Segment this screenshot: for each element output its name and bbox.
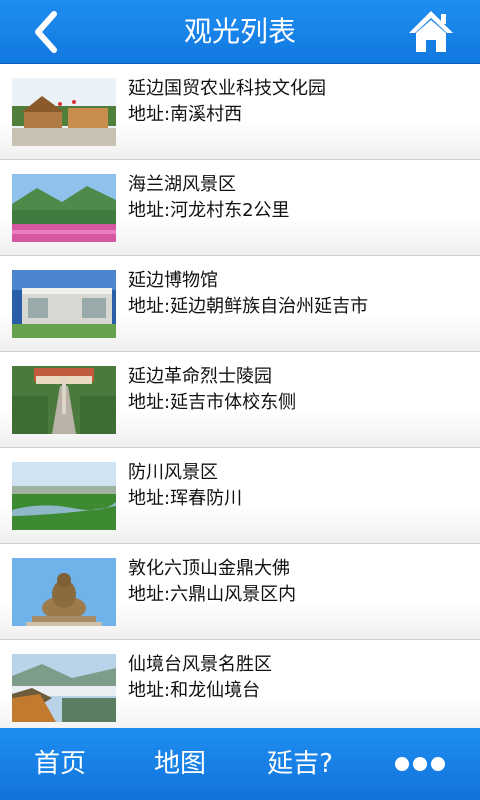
spot-thumbnail	[12, 78, 116, 146]
list-item[interactable]: 防川风景区 地址:珲春防川	[0, 448, 480, 544]
spot-name: 仙境台风景名胜区	[128, 654, 272, 675]
list-item[interactable]: 延边博物馆 地址:延边朝鲜族自治州延吉市	[0, 256, 480, 352]
top-bar: 观光列表	[0, 0, 480, 64]
spot-address: 地址:珲春防川	[128, 488, 243, 509]
spot-thumbnail	[12, 558, 116, 626]
list-item[interactable]: 仙境台风景名胜区 地址:和龙仙境台	[0, 640, 480, 728]
spot-address: 地址:延边朝鲜族自治州延吉市	[128, 296, 369, 317]
spot-name: 延边国贸农业科技文化园	[128, 78, 326, 99]
spot-name: 海兰湖风景区	[128, 174, 236, 195]
bottom-nav: 首页 地图 延吉?	[0, 728, 480, 800]
spot-name: 延边博物馆	[128, 270, 218, 291]
spot-address: 地址:和龙仙境台	[128, 680, 261, 701]
spot-name: 防川风景区	[128, 462, 218, 483]
spot-thumbnail	[12, 270, 116, 338]
spot-list: 延边国贸农业科技文化园 地址:南溪村西 海兰湖风景区 地址:河龙村东2公里 延边…	[0, 64, 480, 728]
list-item[interactable]: 敦化六顶山金鼎大佛 地址:六鼎山风景区内	[0, 544, 480, 640]
spot-address: 地址:六鼎山风景区内	[128, 584, 297, 605]
list-item[interactable]: 海兰湖风景区 地址:河龙村东2公里	[0, 160, 480, 256]
home-icon	[409, 11, 453, 52]
spot-address: 地址:延吉市体校东侧	[128, 392, 297, 413]
spot-name: 敦化六顶山金鼎大佛	[128, 558, 290, 579]
list-item[interactable]: 延边革命烈士陵园 地址:延吉市体校东侧	[0, 352, 480, 448]
more-dots-icon[interactable]	[388, 750, 452, 778]
spot-thumbnail	[12, 462, 116, 530]
tab-map[interactable]: 地图	[142, 728, 218, 800]
spot-address: 地址:河龙村东2公里	[128, 200, 290, 221]
spot-name: 延边革命烈士陵园	[128, 366, 272, 387]
list-item[interactable]: 延边国贸农业科技文化园 地址:南溪村西	[0, 64, 480, 160]
spot-thumbnail	[12, 174, 116, 242]
home-button[interactable]	[406, 8, 456, 56]
tab-home[interactable]: 首页	[22, 728, 98, 800]
spot-address: 地址:南溪村西	[128, 104, 243, 125]
tab-yanji[interactable]: 延吉?	[256, 728, 344, 800]
spot-thumbnail	[12, 654, 116, 722]
spot-thumbnail	[12, 366, 116, 434]
